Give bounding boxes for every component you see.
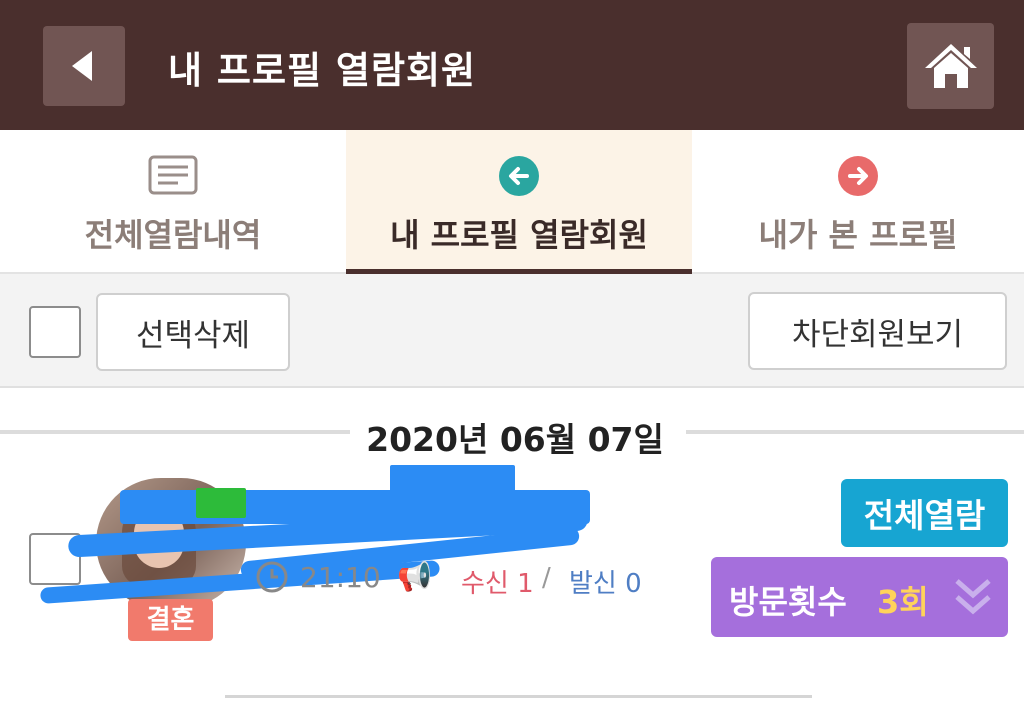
- select-all-checkbox[interactable]: [29, 306, 81, 358]
- tab-label: 전체열람내역: [84, 216, 262, 254]
- count-separator: /: [542, 563, 551, 593]
- received-count: 수신 1: [461, 569, 534, 599]
- page: 내 프로필 열람회원 전체열람내역 내 프로필 열람회원 내가 본 프로필 선택…: [0, 0, 1024, 707]
- home-icon: [924, 44, 977, 88]
- date-header: 2020년 06월 07일: [366, 420, 664, 459]
- delete-selected-button[interactable]: 선택삭제: [96, 293, 290, 371]
- status-badge: 결혼: [128, 599, 213, 641]
- view-blocked-button[interactable]: 차단회원보기: [748, 292, 1007, 370]
- arrow-right-circle-icon: [838, 156, 878, 196]
- date-divider-right: [686, 430, 1024, 434]
- arrow-left-circle-icon: [499, 156, 539, 196]
- chevron-down-icon: [955, 579, 991, 615]
- tab-label: 내 프로필 열람회원: [390, 216, 648, 254]
- action-bar: 선택삭제 차단회원보기: [0, 274, 1024, 388]
- app-header: 내 프로필 열람회원: [0, 0, 1024, 130]
- date-divider-left: [0, 430, 350, 434]
- view-all-button[interactable]: 전체열람: [841, 479, 1008, 547]
- visit-count: 3회: [877, 583, 929, 621]
- back-arrow-icon: [72, 51, 92, 81]
- visit-label: 방문횟수: [729, 583, 847, 621]
- tab-label: 내가 본 프로필: [758, 216, 958, 254]
- tab-profiles-i-viewed[interactable]: 내가 본 프로필: [692, 130, 1024, 274]
- tab-my-profile-viewers[interactable]: 내 프로필 열람회원: [346, 130, 692, 274]
- tab-all-views[interactable]: 전체열람내역: [0, 130, 346, 274]
- clock-icon: [256, 561, 288, 593]
- sent-count: 발신 0: [569, 569, 642, 599]
- list-divider: [225, 695, 812, 698]
- list-icon: [148, 155, 198, 195]
- view-time: 21:10: [300, 561, 381, 594]
- page-title: 내 프로필 열람회원: [168, 49, 477, 92]
- visit-count-button[interactable]: 방문횟수 3회: [711, 557, 1008, 637]
- home-button[interactable]: [907, 23, 994, 109]
- tab-bar: 전체열람내역 내 프로필 열람회원 내가 본 프로필: [0, 130, 1024, 274]
- megaphone-icon: 📢: [397, 560, 432, 593]
- back-button[interactable]: [43, 26, 125, 106]
